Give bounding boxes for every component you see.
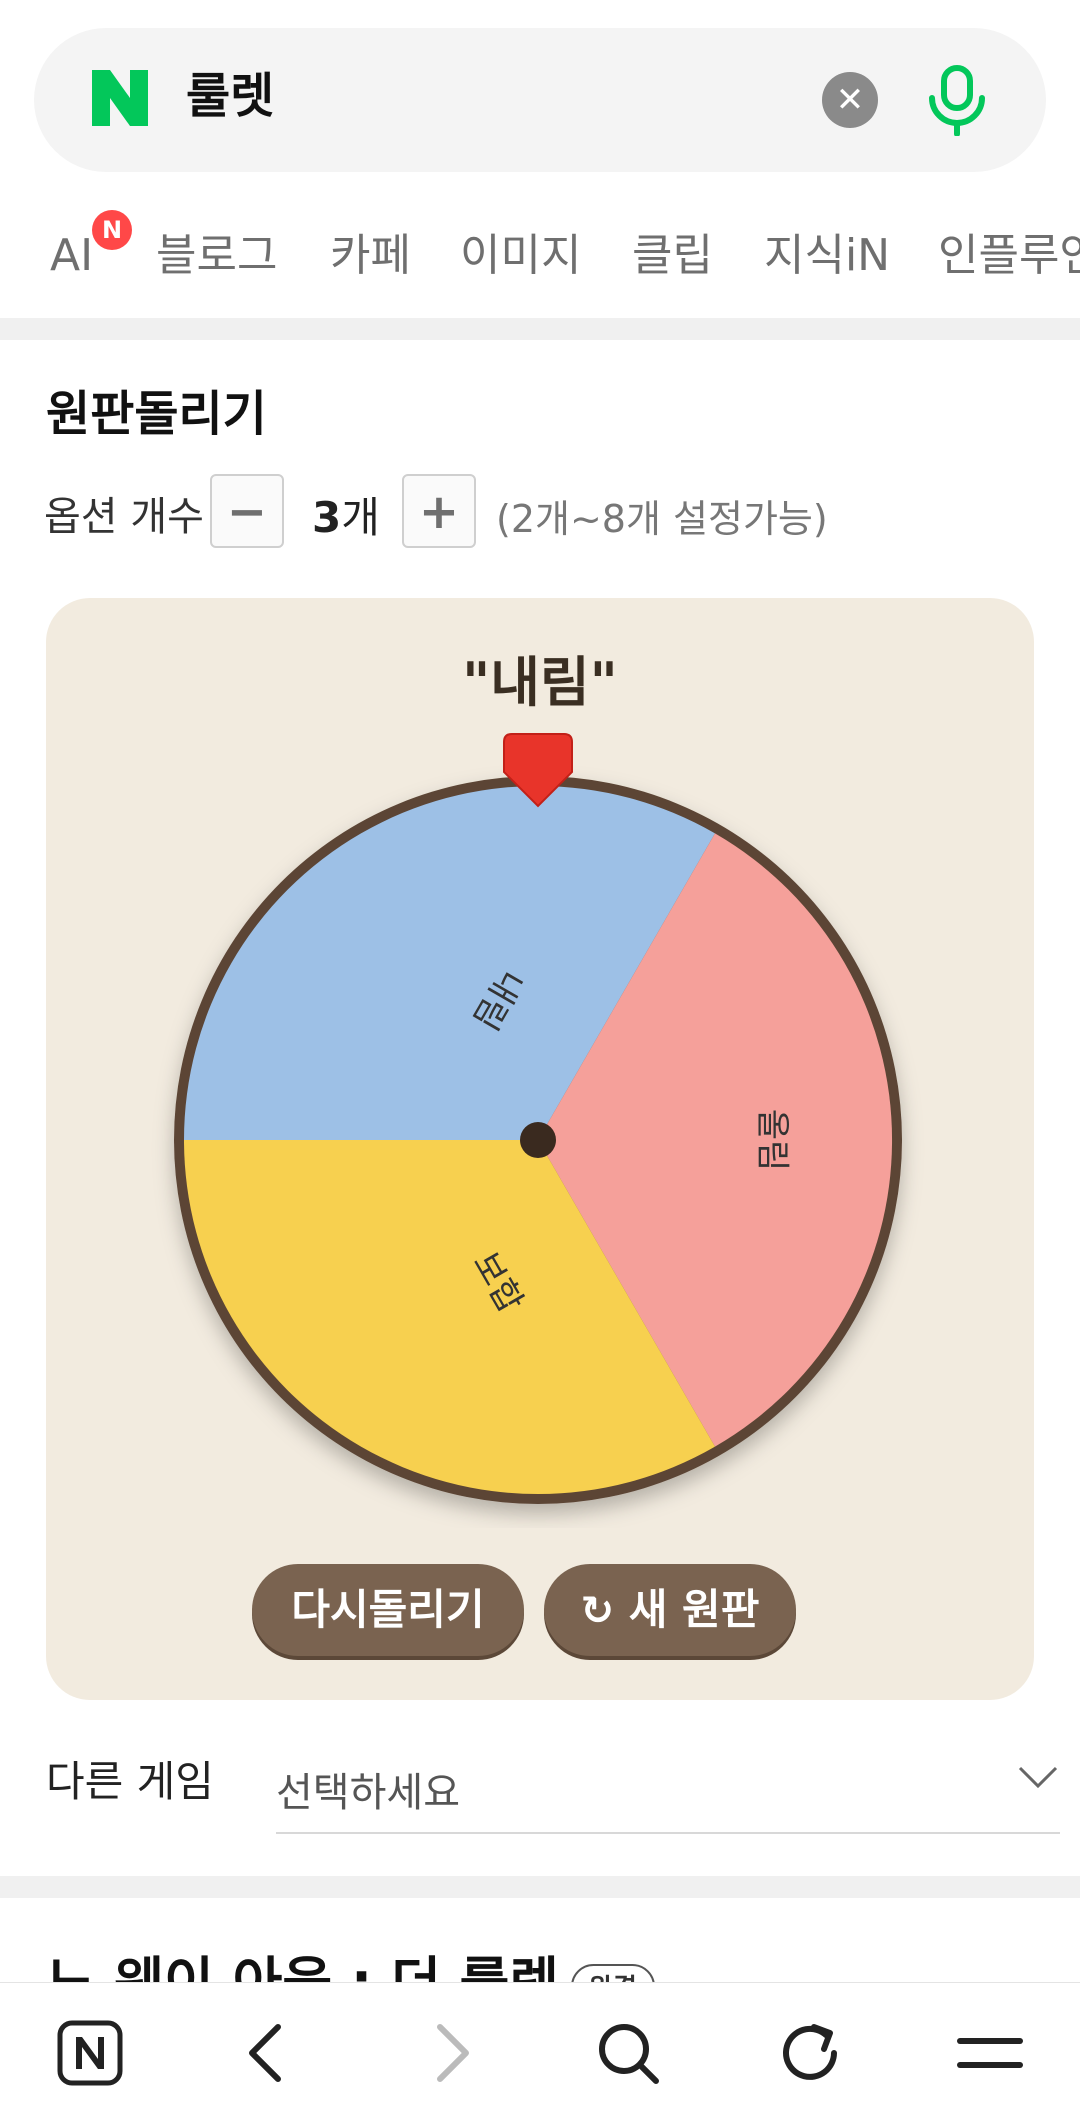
- game-select[interactable]: 선택하세요: [276, 1746, 1060, 1834]
- new-wheel-label: 새 원판: [628, 1585, 760, 1634]
- naver-n-logo[interactable]: [88, 66, 152, 130]
- search-query[interactable]: 룰렛: [186, 64, 274, 128]
- new-wheel-button[interactable]: ↻ 새 원판: [544, 1564, 796, 1656]
- roulette-wheel[interactable]: 내림 올림 보합: [46, 728, 1034, 1528]
- refresh-icon: ↻: [580, 1588, 615, 1634]
- forward-icon[interactable]: [410, 2013, 490, 2093]
- option-count: 3개: [312, 493, 380, 542]
- other-games-label: 다른 게임: [46, 1757, 214, 1806]
- bottom-navigation: [0, 1982, 1080, 2121]
- select-value: 선택하세요: [276, 1770, 460, 1816]
- new-badge: N: [92, 210, 132, 250]
- search-bar[interactable]: 룰렛 ✕: [34, 28, 1046, 172]
- increase-button[interactable]: +: [402, 474, 476, 548]
- chevron-down-icon: [1018, 1766, 1058, 1789]
- naver-home-icon[interactable]: [50, 2013, 130, 2093]
- microphone-icon[interactable]: [922, 64, 992, 136]
- wheel-hub: [520, 1122, 556, 1158]
- section-divider: [0, 1876, 1080, 1898]
- back-icon[interactable]: [228, 2013, 308, 2093]
- tab-image[interactable]: 이미지: [460, 226, 581, 286]
- spin-again-button[interactable]: 다시돌리기: [252, 1564, 524, 1656]
- tab-influencer[interactable]: 인플루언: [938, 226, 1080, 286]
- range-note: (2개~8개 설정가능): [496, 497, 828, 541]
- search-icon[interactable]: [588, 2013, 668, 2093]
- menu-icon[interactable]: [950, 2013, 1030, 2093]
- close-icon[interactable]: ✕: [822, 72, 878, 128]
- roulette-result: "내림": [462, 651, 618, 714]
- search-tabs: AI N 블로그 카페 이미지 클립 지식iN 인플루언: [0, 196, 1080, 306]
- tab-cafe[interactable]: 카페: [330, 226, 411, 286]
- tab-blog[interactable]: 블로그: [156, 226, 277, 286]
- tab-label: AI: [50, 230, 94, 281]
- roulette-board: "내림" 내림 올림 보합 다시돌리기 ↻ 새 원판: [46, 598, 1034, 1700]
- refresh-icon[interactable]: [770, 2013, 850, 2093]
- tab-clip[interactable]: 클립: [632, 226, 713, 286]
- tab-kin[interactable]: 지식iN: [764, 226, 890, 286]
- decrease-button[interactable]: −: [210, 474, 284, 548]
- section-divider: [0, 318, 1080, 340]
- segment-label-1: 올림: [752, 1109, 792, 1172]
- option-count-label: 옵션 개수: [44, 494, 204, 540]
- tab-ai[interactable]: AI: [50, 226, 93, 286]
- section-title: 원판돌리기: [46, 386, 267, 442]
